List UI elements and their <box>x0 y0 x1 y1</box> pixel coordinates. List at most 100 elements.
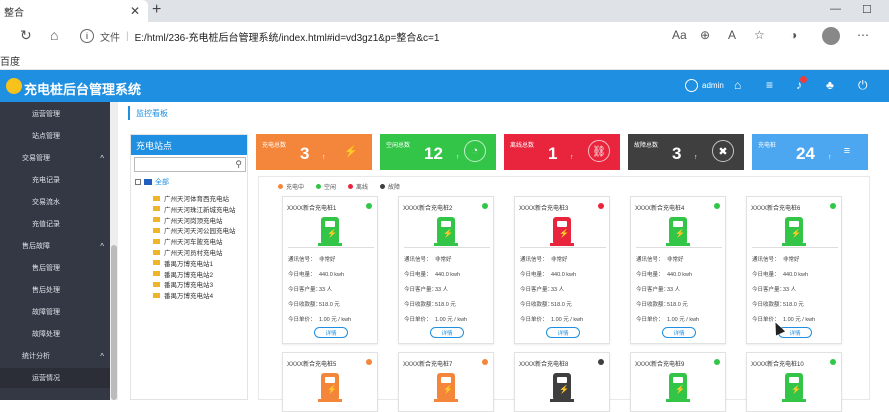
browser-tab[interactable]: 整合 ✕ <box>0 0 148 22</box>
pile-stat-value: 518.0 元 <box>667 302 688 308</box>
close-tab-icon[interactable]: ✕ <box>130 4 140 18</box>
chevron-up-icon[interactable]: ^ <box>100 154 104 163</box>
pile-card[interactable]: XXXX新合充电桩8 ⚡ <box>514 352 610 412</box>
pile-stat-row: 今日单价： 1.00 元 / kwh <box>520 315 583 323</box>
checkbox-icon[interactable] <box>135 179 141 185</box>
pile-card[interactable]: XXXX新合充电桩1 ⚡ 通讯信号： 非常好 今日电量： 440.0 kwh 今日客户量：3… <box>282 196 378 344</box>
sidebar-item[interactable]: 站点管理 <box>0 126 110 146</box>
pile-screen <box>325 221 335 227</box>
new-tab-icon[interactable]: + <box>152 1 161 19</box>
tree-node[interactable]: 广州天河天河公园充电站 <box>153 225 236 235</box>
home-icon[interactable]: ⌂ <box>734 78 741 92</box>
pile-card[interactable]: XXXX新合充电桩5 ⚡ <box>282 352 378 412</box>
menu-icon[interactable]: ≡ <box>766 78 773 92</box>
text-size-icon[interactable]: A <box>728 28 736 42</box>
sidebar-item-label: 统计分析 <box>22 353 50 360</box>
folder-icon <box>153 292 160 298</box>
profile-avatar[interactable] <box>822 27 840 45</box>
sidebar-item[interactable]: 故障管理 <box>0 302 110 322</box>
sidebar-item[interactable]: 交易管理 ^ <box>0 148 110 168</box>
clock-icon: ◔ <box>464 140 486 162</box>
zoom-icon[interactable]: ⊕ <box>700 28 710 42</box>
pile-stat-row: 通讯信号： 非常好 <box>520 255 568 263</box>
home-icon[interactable]: ⌂ <box>50 27 58 43</box>
pile-screen <box>441 221 451 227</box>
stat-card[interactable]: 充电桩 24 ↑ ≡ <box>752 134 868 170</box>
detail-button[interactable]: 详情 <box>430 327 464 338</box>
bookmark-baidu[interactable]: 百度 <box>0 53 20 68</box>
sidebar-item[interactable]: 充电记录 <box>0 170 110 190</box>
pile-card[interactable]: XXXX新合充电桩2 ⚡ 通讯信号： 非常好 今日电量： 440.0 kwh 今日客户量：3… <box>398 196 494 344</box>
detail-button[interactable]: 详情 <box>546 327 580 338</box>
sidebar-item[interactable]: 充值记录 <box>0 214 110 234</box>
tree-node[interactable]: 广州天河车陂充电站 <box>153 236 223 246</box>
more-menu-icon[interactable]: ⋯ <box>857 28 869 42</box>
tree-search-input[interactable]: ⚲ <box>134 157 246 172</box>
chevron-up-icon[interactable]: ^ <box>100 352 104 361</box>
sidebar-item[interactable]: 故障处理 <box>0 324 110 344</box>
station-tree-panel: 充电站点 ⚲ 全部 广州天河体育西充电站 广州天河珠江新城充电站 广州天河岗顶充电站… <box>130 134 248 400</box>
pile-card[interactable]: XXXX新合充电桩3 ⚡ 通讯信号： 非常好 今日电量： 440.0 kwh 今日客户量：3… <box>514 196 610 344</box>
charging-pile-icon: ⚡ <box>666 373 690 402</box>
sidebar-item[interactable]: 运营管理 <box>0 104 110 124</box>
pile-stat-value: 1.00 元 / kwh <box>667 317 700 323</box>
sidebar-item[interactable]: 售后管理 <box>0 258 110 278</box>
sidebar-item-label: 交易流水 <box>32 199 60 206</box>
stat-label: 故障总数 <box>634 143 659 149</box>
stat-card[interactable]: 充电总数 3 ↑ ⚡ <box>256 134 372 170</box>
stat-card[interactable]: 故障总数 3 ↑ ✖ <box>628 134 744 170</box>
pile-stat-row: 通讯信号： 非常好 <box>636 255 684 263</box>
arrow-up-icon: ↑ <box>828 154 832 161</box>
stat-card[interactable]: 离线总数 1 ↑ ⛓ <box>504 134 620 170</box>
tree-node[interactable]: 番禺万博充电站1 <box>153 258 213 268</box>
tree-node[interactable]: 番禺万博充电站3 <box>153 279 213 289</box>
tree-root[interactable]: 全部 <box>135 177 169 187</box>
sidebar-item[interactable]: 运营情况 <box>0 368 110 388</box>
folder-icon <box>153 217 160 223</box>
tree-node[interactable]: 广州天河珠江新城充电站 <box>153 204 236 214</box>
detail-button[interactable]: 详情 <box>662 327 696 338</box>
sidebar-item-label: 售后管理 <box>32 265 60 272</box>
power-icon[interactable]: ⏻ <box>858 78 868 93</box>
tree-node[interactable]: 广州天河岗顶充电站 <box>153 215 223 225</box>
info-icon[interactable]: i <box>80 29 94 43</box>
sidebar-item[interactable]: 售后故障 ^ <box>0 236 110 256</box>
pile-stat-row: 今日收款额：518.0 元 <box>520 300 572 308</box>
charging-pile-icon: ⚡ <box>782 373 806 402</box>
user-icon[interactable] <box>685 79 698 92</box>
pile-card[interactable]: XXXX新合充电桩7 ⚡ <box>398 352 494 412</box>
sidebar-scroll-thumb[interactable] <box>111 245 117 400</box>
bolt-icon: ⚡ <box>344 145 358 158</box>
tree-node[interactable]: 广州天河员村充电站 <box>153 247 223 257</box>
pile-name: XXXX新合充电桩5 <box>287 362 337 368</box>
minimize-icon[interactable]: — <box>830 3 841 15</box>
sidebar-item[interactable]: 交易流水 <box>0 192 110 212</box>
detail-button[interactable]: 详情 <box>314 327 348 338</box>
sidebar-item-label: 运营管理 <box>32 111 60 118</box>
read-aloud-icon[interactable]: Aa <box>672 28 687 42</box>
pile-card[interactable]: XXXX新合充电桩4 ⚡ 通讯信号： 非常好 今日电量： 440.0 kwh 今日客户量：3… <box>630 196 726 344</box>
pile-card[interactable]: XXXX新合充电桩6 ⚡ 通讯信号： 非常好 今日电量： 440.0 kwh 今日客户量：3… <box>746 196 842 344</box>
pile-card[interactable]: XXXX新合充电桩9 ⚡ <box>630 352 726 412</box>
maximize-icon[interactable]: ☐ <box>862 3 872 16</box>
tree-node[interactable]: 番禺万博充电站4 <box>153 290 213 300</box>
pile-card[interactable]: XXXX新合充电桩10 ⚡ <box>746 352 842 412</box>
chevron-up-icon[interactable]: ^ <box>100 242 104 251</box>
refresh-icon[interactable]: ↻ <box>20 27 32 44</box>
sidebar-item[interactable]: 售后处理 <box>0 280 110 300</box>
extensions-icon[interactable]: ◑ <box>790 28 797 42</box>
url-separator: | <box>126 30 129 42</box>
stat-value: 1 <box>548 144 558 163</box>
sidebar: 运营管理 站点管理 交易管理 ^ 充电记录 交易流水 充值记录 售后故障 ^ 售后管理 售后处理 故障… <box>0 102 110 400</box>
pile-stat-row: 今日单价： 1.00 元 / kwh <box>636 315 699 323</box>
pile-stat-value: 440.0 kwh <box>435 272 461 278</box>
sidebar-item[interactable]: 统计分析 ^ <box>0 346 110 366</box>
skin-icon[interactable]: ♣ <box>826 78 834 92</box>
search-icon[interactable]: ⚲ <box>235 159 242 170</box>
stat-card[interactable]: 空闲总数 12 ↑ ◔ <box>380 134 496 170</box>
tree-node[interactable]: 广州天河体育西充电站 <box>153 193 229 203</box>
tree-node[interactable]: 番禺万博充电站2 <box>153 269 213 279</box>
pile-stat-row: 今日客户量：33 人 <box>404 285 448 293</box>
username[interactable]: admin <box>702 81 724 90</box>
favorite-star-icon[interactable]: ☆ <box>754 28 765 42</box>
